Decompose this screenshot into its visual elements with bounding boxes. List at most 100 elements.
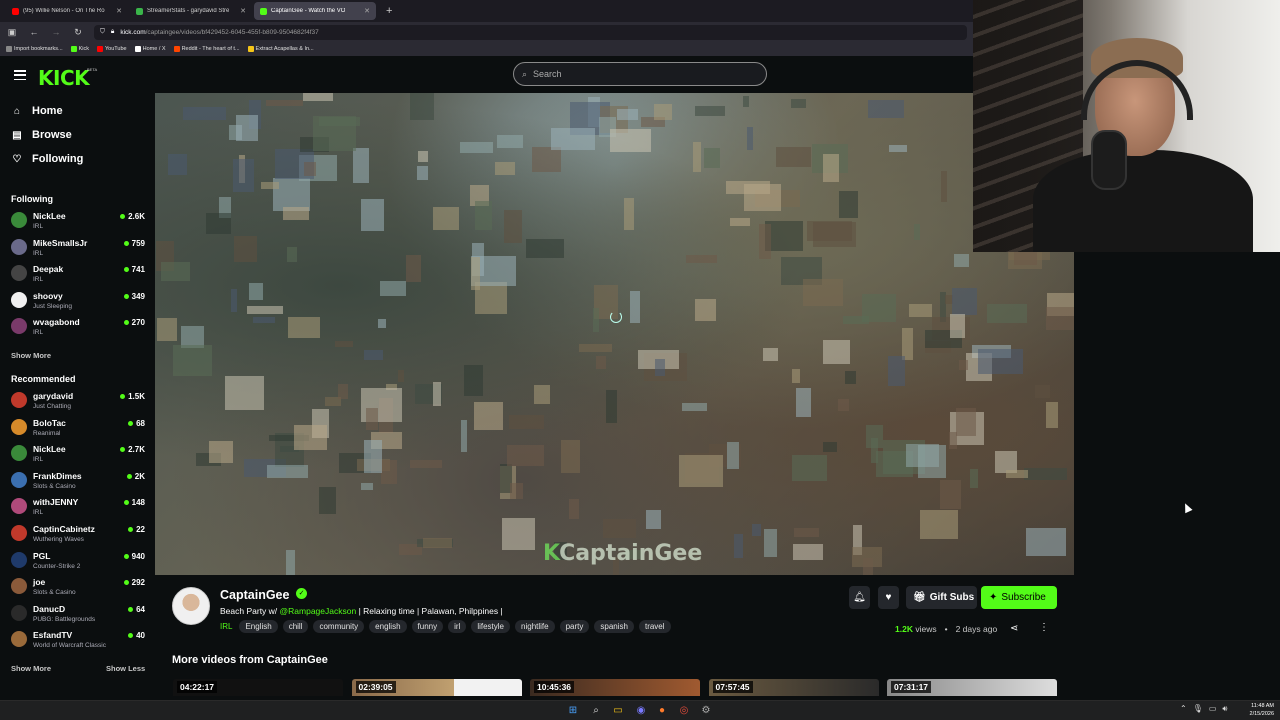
tab-close-icon[interactable]: ✕ <box>116 7 122 15</box>
sidebar-nav-browse[interactable]: ▤ Browse <box>12 129 71 141</box>
channel-list-item[interactable]: MikeSmallsJr IRL 759 <box>11 237 145 261</box>
bookmark-item[interactable]: Reddit - The heart of t... <box>173 46 240 52</box>
video-artifact <box>596 356 606 369</box>
back-icon[interactable]: ← <box>28 27 40 37</box>
obs-icon[interactable]: ◎ <box>677 704 691 718</box>
tag-chip[interactable]: party <box>559 620 590 633</box>
search-input[interactable]: ⌕ Search <box>513 62 767 86</box>
gift-subs-button[interactable]: 🎁︎ Gift Subs <box>906 586 977 609</box>
network-icon[interactable]: ▭ <box>1209 704 1217 714</box>
channel-list-item[interactable]: NickLee IRL 2.6K <box>11 210 145 234</box>
channel-name: BoloTac <box>33 417 66 428</box>
bookmark-item[interactable]: Extract Acapellas & In... <box>247 46 314 52</box>
tag-chip[interactable]: english <box>369 620 407 633</box>
channel-list-item[interactable]: garydavid Just Chatting 1.5K <box>11 390 145 414</box>
url-bar[interactable]: ⛉ 🔒︎ kick.com/captaingee/videos/bf429452… <box>94 24 967 40</box>
live-dot-icon <box>123 553 129 559</box>
notification-bell-icon[interactable]: 🔔︎ <box>849 586 870 609</box>
mic-tray-icon[interactable]: 🎙︎ <box>1193 704 1203 714</box>
share-icon[interactable]: ⋖ <box>1010 623 1018 634</box>
video-duration: 04:22:17 <box>177 681 218 693</box>
video-thumbnail[interactable]: 07:31:17 <box>887 679 1057 696</box>
channel-list-item[interactable]: BoloTac Reanimal 68 <box>11 417 145 441</box>
reload-icon[interactable]: ↻ <box>72 27 84 38</box>
video-artifact <box>381 460 397 484</box>
tag-chip[interactable]: nightlife <box>515 620 555 633</box>
windows-start-icon[interactable]: ⊞ <box>566 704 580 718</box>
video-artifact <box>353 148 369 183</box>
tag-chip[interactable]: community <box>313 620 365 633</box>
tab-close-icon[interactable]: ✕ <box>364 7 370 15</box>
avatar <box>11 578 27 595</box>
channel-list-item[interactable]: PGL Counter-Strike 2 940 <box>11 550 145 574</box>
bookmark-item[interactable]: Kick <box>70 46 89 52</box>
bookmark-item[interactable]: Import bookmarks... <box>6 46 63 52</box>
video-thumbnail[interactable]: 02:39:05 <box>351 679 522 696</box>
discord-icon[interactable]: ◉ <box>634 704 648 718</box>
taskbar: ⊞ ⌕ ▭ ◉ ● ◎ ⚙ ⌃ 🎙︎ ▭ 🔊︎ 11:48 AM 2/15/202… <box>0 700 1280 720</box>
tag-chip[interactable]: irl <box>448 620 467 633</box>
forward-icon[interactable]: → <box>50 27 62 37</box>
tag-chip[interactable]: funny <box>411 620 444 633</box>
tag-chip[interactable]: English <box>239 620 278 633</box>
tab-close-icon[interactable]: ✕ <box>240 7 246 15</box>
channel-name[interactable]: CaptainGee <box>220 588 289 602</box>
video-player[interactable]: KCaptainGee <box>155 93 1074 575</box>
show-more-button[interactable]: Show More <box>11 664 51 673</box>
channel-list-item[interactable]: wvagabond IRL 270 <box>11 316 145 340</box>
browser-tab[interactable]: CaptainGee - Watch the VO ✕ <box>254 2 376 20</box>
channel-list-item[interactable]: NickLee IRL 2.7K <box>11 443 145 467</box>
channel-list-item[interactable]: FrankDimes Slots & Casino 2K <box>11 470 145 494</box>
mention-link[interactable]: @RampageJackson <box>280 606 357 616</box>
tag-chip[interactable]: spanish <box>594 620 634 633</box>
new-tab-button[interactable]: + <box>386 5 392 17</box>
bookmark-item[interactable]: YouTube <box>97 46 127 52</box>
menu-icon[interactable] <box>14 70 26 80</box>
clock[interactable]: 11:48 AM 2/15/2026 <box>1238 702 1274 718</box>
show-less-button[interactable]: Show Less <box>106 664 145 673</box>
channel-name: joe <box>33 577 46 588</box>
browser-tab[interactable]: (95) Willie Nelson - On The Ro ✕ <box>6 2 128 20</box>
bookmark-item[interactable]: Home / X <box>134 46 166 52</box>
video-artifact <box>497 135 523 148</box>
settings-gear-icon[interactable]: ⚙ <box>699 704 713 718</box>
channel-list-item[interactable]: DanucD PUBG: Battlegrounds 64 <box>11 603 145 627</box>
chevron-up-icon[interactable]: ⌃ <box>1180 704 1187 714</box>
channel-list-item[interactable]: withJENNY IRL 148 <box>11 496 145 520</box>
video-artifact <box>209 441 233 463</box>
tag-chip[interactable]: lifestyle <box>471 620 511 633</box>
video-artifact <box>744 184 781 211</box>
kick-logo[interactable]: KICK <box>38 66 90 90</box>
channel-list-item[interactable]: shoovy Just Sleeping 349 <box>11 290 145 314</box>
volume-icon[interactable]: 🔊︎ <box>1222 704 1227 714</box>
channel-avatar[interactable] <box>172 587 210 625</box>
sidebar-nav-home[interactable]: ⌂ Home <box>12 105 63 117</box>
channel-list-item[interactable]: CaptinCabinetz Wuthering Waves 22 <box>11 523 145 547</box>
viewer-count-value: 2.7K <box>128 445 145 455</box>
video-artifact <box>460 142 493 153</box>
sidebar-nav-following[interactable]: ♡ Following <box>12 153 84 165</box>
channel-list-item[interactable]: joe Slots & Casino 292 <box>11 576 145 600</box>
channel-name: withJENNY <box>33 497 79 508</box>
video-thumbnail[interactable]: 04:22:17 <box>173 679 343 696</box>
subscribe-button[interactable]: ✦ Subscribe <box>981 586 1057 609</box>
more-options-icon[interactable]: ⋮ <box>1039 622 1049 633</box>
browser-tab[interactable]: StreamerStats - garydavid Stre ✕ <box>130 2 252 20</box>
taskbar-search-icon[interactable]: ⌕ <box>589 704 603 718</box>
firefox-icon[interactable]: ● <box>655 704 669 718</box>
category-link[interactable]: IRL <box>220 622 232 631</box>
video-thumbnail[interactable]: 10:45:36 <box>530 679 700 696</box>
tag-chip[interactable]: chill <box>282 620 309 633</box>
show-more-following-button[interactable]: Show More <box>11 351 51 360</box>
channel-list-item[interactable]: EsfandTV World of Warcraft Classic 40 <box>11 629 145 653</box>
video-thumbnail[interactable]: 07:57:45 <box>708 679 879 696</box>
video-artifact <box>206 213 231 234</box>
file-explorer-icon[interactable]: ▭ <box>611 704 625 718</box>
tag-chip[interactable]: travel <box>638 620 671 633</box>
video-artifact <box>734 534 743 558</box>
sidebar-toggle-icon[interactable]: ▣ <box>6 27 18 38</box>
video-artifact <box>823 154 839 182</box>
channel-category: IRL <box>33 509 44 517</box>
channel-list-item[interactable]: Deepak IRL 741 <box>11 263 145 287</box>
follow-heart-icon[interactable]: ♥ <box>878 586 899 609</box>
